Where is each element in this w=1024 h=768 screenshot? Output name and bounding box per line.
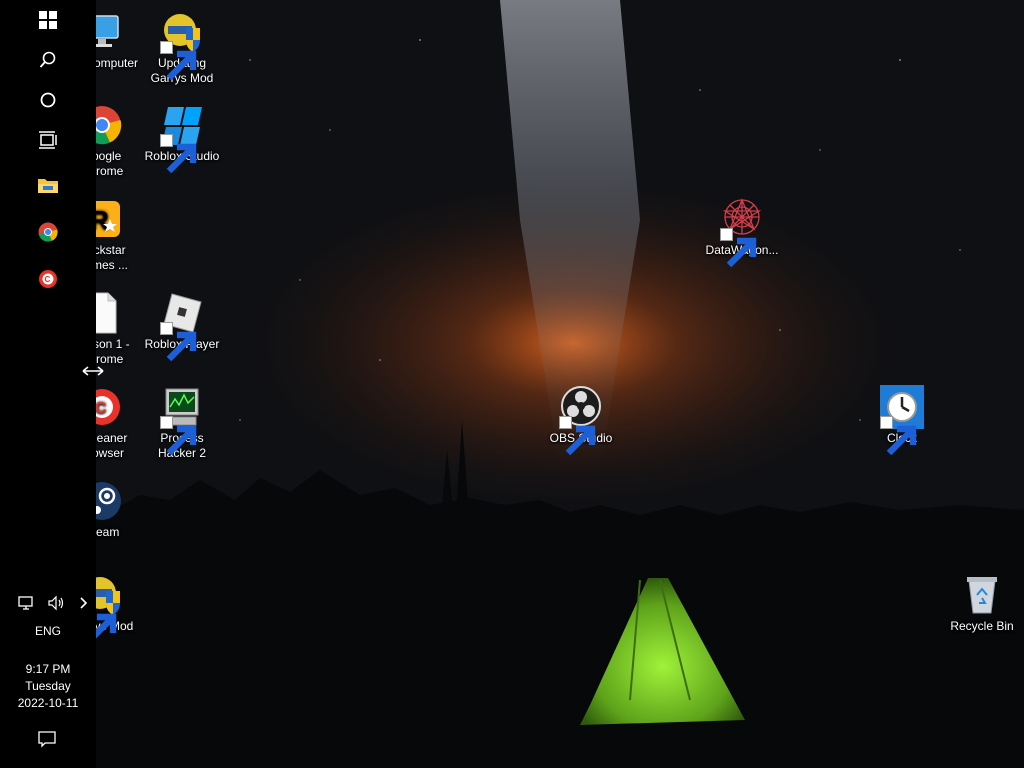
clock-date: 2022-10-11 [17,696,79,710]
cortana-circle-icon [40,92,56,108]
file-explorer-icon [38,179,58,193]
desktop-icon-recycle-bin[interactable]: Recycle Bin [942,573,1022,634]
desktop-icon-clock[interactable]: Clock [862,385,942,456]
search-icon [39,51,56,68]
recycle-bin-icon [960,573,1004,617]
action-center-button[interactable] [37,729,59,749]
start-button[interactable] [28,2,68,38]
task-view-button[interactable] [28,122,68,158]
taskbar-ccleaner[interactable]: C [28,261,68,297]
svg-text:C: C [95,400,107,417]
taskbar-file-explorer[interactable] [28,167,68,203]
desktop-icon-roblox-player[interactable]: Roblox Player [142,291,222,362]
shortcut-arrow-icon [160,134,197,174]
taskbar-chrome[interactable] [28,214,68,250]
shortcut-arrow-icon [160,416,197,456]
desktop-icon-obs[interactable]: OBS Studio [541,385,621,456]
shortcut-arrow-icon [160,322,197,362]
input-language-indicator[interactable]: ENG [0,624,96,638]
clock-icon [880,385,924,456]
task-view-icon [39,131,57,149]
roblox-player-icon [160,291,204,362]
shortcut-arrow-icon [720,228,757,268]
desktop-icon-datawagon[interactable]: DataWagon... [702,197,782,268]
svg-text:C: C [45,275,51,284]
installer-shield-icon [160,10,204,81]
clock-day: Tuesday [25,679,71,693]
taskbar: C ENG 9:17 PM Tuesday 2022-10-11 [0,0,96,768]
taskbar-clock[interactable]: 9:17 PM Tuesday 2022-10-11 [0,661,96,712]
datawagon-icon [720,197,764,268]
shortcut-arrow-icon [160,41,197,81]
windows-logo-icon [39,11,57,29]
desktop-icon-label: Recycle Bin [950,619,1014,633]
system-tray [18,592,90,614]
shortcut-arrow-icon [559,416,596,456]
desktop-icon-process-hacker[interactable]: Process Hacker 2 [142,385,222,461]
desktop-icon-roblox-studio[interactable]: Roblox Studio [142,103,222,174]
network-icon[interactable] [18,595,36,611]
cortana-button[interactable] [28,82,68,118]
desktop-icon-updating-gmod[interactable]: Updating Garrys Mod [142,10,222,86]
volume-icon[interactable] [47,595,67,611]
obs-icon [559,385,603,456]
roblox-studio-icon [160,103,204,174]
chevron-right-icon[interactable] [78,595,90,611]
process-hacker-icon [160,385,204,456]
resize-cursor-icon [82,366,104,376]
clock-time: 9:17 PM [25,662,71,676]
shortcut-arrow-icon [880,416,917,456]
action-center-icon [38,731,56,748]
chrome-icon [38,222,58,242]
ccleaner-icon: C [39,270,57,288]
search-button[interactable] [28,42,68,78]
